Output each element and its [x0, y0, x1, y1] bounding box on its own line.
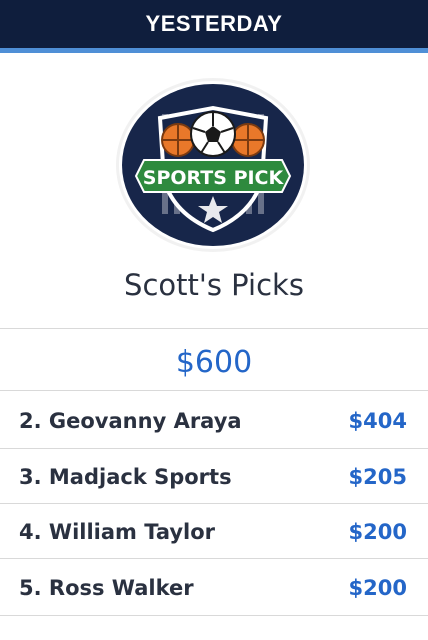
- row-amount: $205: [348, 464, 407, 489]
- divider-total: [0, 390, 428, 391]
- page-title: Scott's Picks: [124, 268, 304, 302]
- total-amount: $600: [175, 344, 253, 380]
- leaderboard-row-2[interactable]: 2. Geovanny Araya $404: [0, 393, 428, 448]
- header-title: YESTERDAY: [145, 11, 283, 36]
- leaderboard-row-3[interactable]: 3. Madjack Sports $205: [0, 449, 428, 504]
- row-name: 3. Madjack Sports: [19, 464, 232, 489]
- row-amount: $200: [348, 519, 407, 544]
- row-amount: $404: [348, 408, 407, 433]
- leaderboard-row-5[interactable]: 5. Ross Walker $200: [0, 560, 428, 615]
- leaderboard-row-4[interactable]: 4. William Taylor $200: [0, 504, 428, 559]
- header-accent-line: [0, 48, 428, 53]
- divider-row-4: [0, 558, 428, 559]
- logo-text: SPORTS PICK: [143, 167, 285, 189]
- row-name: 4. William Taylor: [19, 519, 216, 544]
- sports-pick-logo-icon: SPORTS PICK: [122, 84, 304, 246]
- divider-top: [0, 328, 428, 329]
- row-name: 2. Geovanny Araya: [19, 408, 242, 433]
- header-bar: YESTERDAY: [0, 0, 428, 48]
- row-amount: $200: [348, 575, 407, 600]
- logo-outer-circle: SPORTS PICK: [119, 81, 307, 249]
- divider-row-5: [0, 615, 428, 616]
- row-name: 5. Ross Walker: [19, 575, 194, 600]
- logo-container: SPORTS PICK: [117, 80, 309, 250]
- logo-svg: SPORTS PICK: [134, 105, 292, 233]
